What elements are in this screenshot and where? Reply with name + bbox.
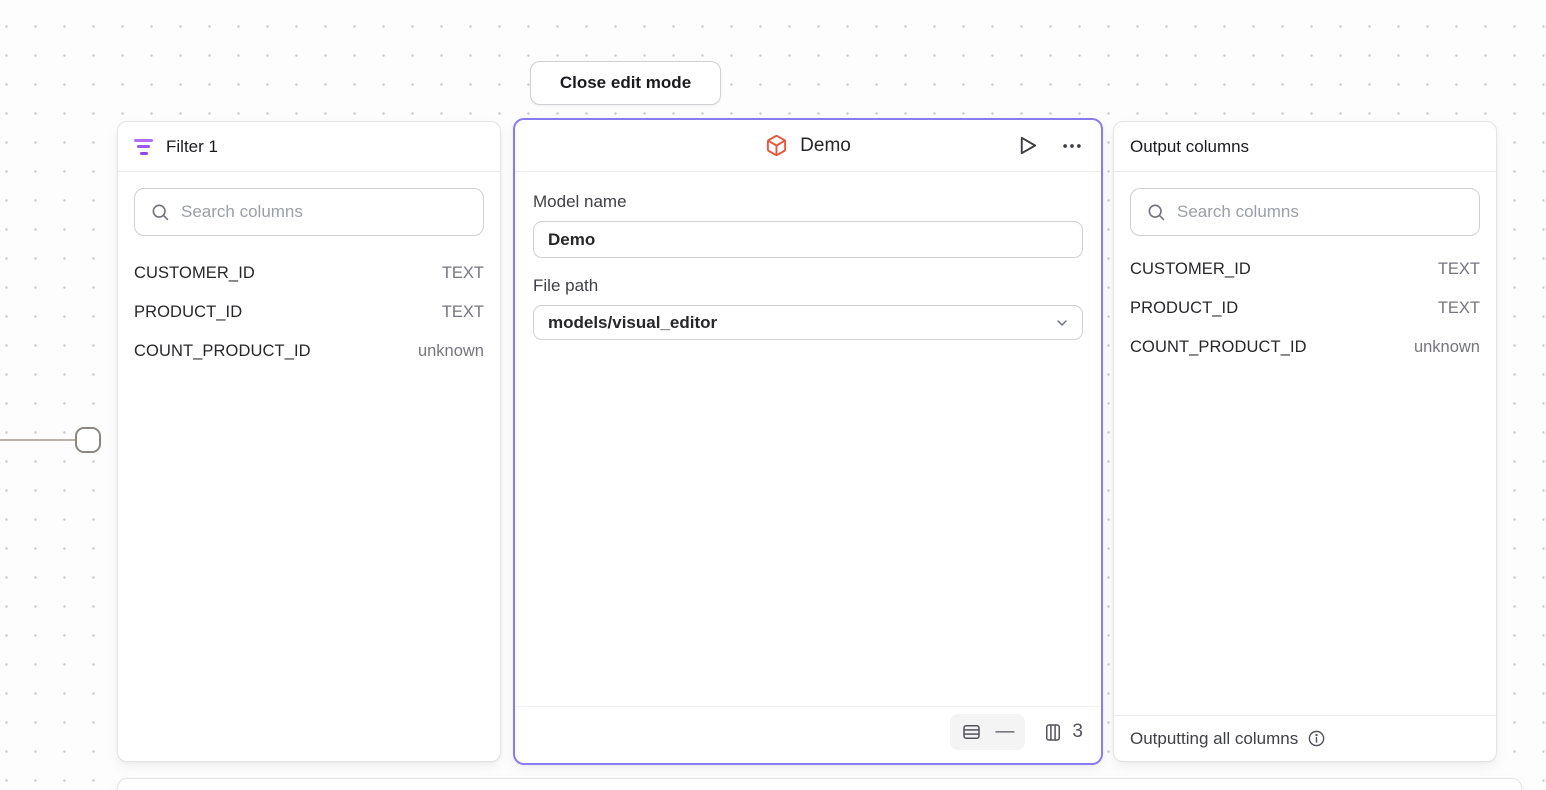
column-name: CUSTOMER_ID [1130, 260, 1251, 279]
filter-node-panel: Filter 1 CUSTOMER_ID TEXT PRODUCT_ID TEX… [117, 121, 501, 762]
output-footer-text: Outputting all columns [1130, 729, 1298, 749]
output-search-input[interactable] [1177, 202, 1464, 222]
column-row[interactable]: CUSTOMER_ID TEXT [1130, 250, 1480, 289]
row-count-value: — [995, 721, 1014, 743]
filter-search-input[interactable] [181, 202, 468, 222]
column-count-badge[interactable]: 3 [1041, 721, 1085, 743]
partial-node-panel[interactable] [117, 778, 1522, 790]
filter-icon [134, 139, 153, 155]
run-model-button[interactable] [1014, 132, 1041, 159]
chevron-down-icon [1054, 315, 1070, 331]
output-columns-panel: Output columns CUSTOMER_ID TEXT PRODUCT_… [1113, 121, 1497, 762]
column-row[interactable]: COUNT_PRODUCT_ID unknown [1130, 328, 1480, 367]
cube-icon [765, 134, 788, 157]
model-panel-header: Demo [515, 120, 1101, 172]
output-panel-footer: Outputting all columns [1114, 715, 1496, 761]
model-name-label: Model name [533, 192, 1083, 212]
file-path-select[interactable]: models/visual_editor [533, 305, 1083, 340]
output-panel-title: Output columns [1130, 137, 1249, 157]
row-count-badge[interactable]: — [950, 714, 1025, 750]
model-panel-actions [1014, 120, 1085, 171]
column-name: COUNT_PRODUCT_ID [1130, 338, 1307, 357]
column-row[interactable]: COUNT_PRODUCT_ID unknown [134, 332, 484, 371]
model-panel-footer: — 3 [515, 706, 1101, 763]
column-type: unknown [1414, 338, 1480, 357]
column-type: TEXT [1438, 299, 1480, 318]
column-type: unknown [418, 342, 484, 361]
search-icon [1146, 202, 1166, 222]
file-path-value: models/visual_editor [548, 313, 717, 333]
ellipsis-icon [1061, 135, 1083, 157]
play-icon [1016, 134, 1039, 157]
filter-search-box [134, 188, 484, 236]
column-name: PRODUCT_ID [1130, 299, 1238, 318]
filter-panel-header: Filter 1 [118, 122, 500, 172]
close-edit-mode-button[interactable]: Close edit mode [530, 61, 721, 105]
model-panel-title-group: Demo [765, 134, 851, 157]
model-panel-title: Demo [800, 135, 851, 157]
column-name: CUSTOMER_ID [134, 264, 255, 283]
file-path-label: File path [533, 276, 1083, 296]
output-column-list: CUSTOMER_ID TEXT PRODUCT_ID TEXT COUNT_P… [1114, 240, 1496, 367]
output-panel-header: Output columns [1114, 122, 1496, 172]
canvas: Close edit mode Filter 1 CUSTOMER_ID TEX… [0, 0, 1546, 790]
column-type: TEXT [1438, 260, 1480, 279]
column-type: TEXT [442, 264, 484, 283]
table-columns-icon [1043, 722, 1063, 743]
table-rows-icon [961, 722, 982, 742]
column-name: COUNT_PRODUCT_ID [134, 342, 311, 361]
output-search-box [1130, 188, 1480, 236]
search-icon [150, 202, 170, 222]
column-row[interactable]: CUSTOMER_ID TEXT [134, 254, 484, 293]
model-name-input[interactable] [533, 221, 1083, 258]
edge-connector-line [0, 439, 78, 441]
edge-connector-port[interactable] [75, 427, 101, 453]
filter-panel-title: Filter 1 [166, 137, 218, 157]
info-icon[interactable] [1307, 729, 1326, 748]
column-row[interactable]: PRODUCT_ID TEXT [134, 293, 484, 332]
more-options-button[interactable] [1059, 133, 1085, 159]
model-node-panel-selected: Demo Model name File path models/visual_… [513, 118, 1103, 765]
column-type: TEXT [442, 303, 484, 322]
filter-column-list: CUSTOMER_ID TEXT PRODUCT_ID TEXT COUNT_P… [118, 240, 500, 371]
column-row[interactable]: PRODUCT_ID TEXT [1130, 289, 1480, 328]
column-name: PRODUCT_ID [134, 303, 242, 322]
column-count-value: 3 [1072, 721, 1083, 743]
model-panel-body: Model name File path models/visual_edito… [515, 172, 1101, 340]
